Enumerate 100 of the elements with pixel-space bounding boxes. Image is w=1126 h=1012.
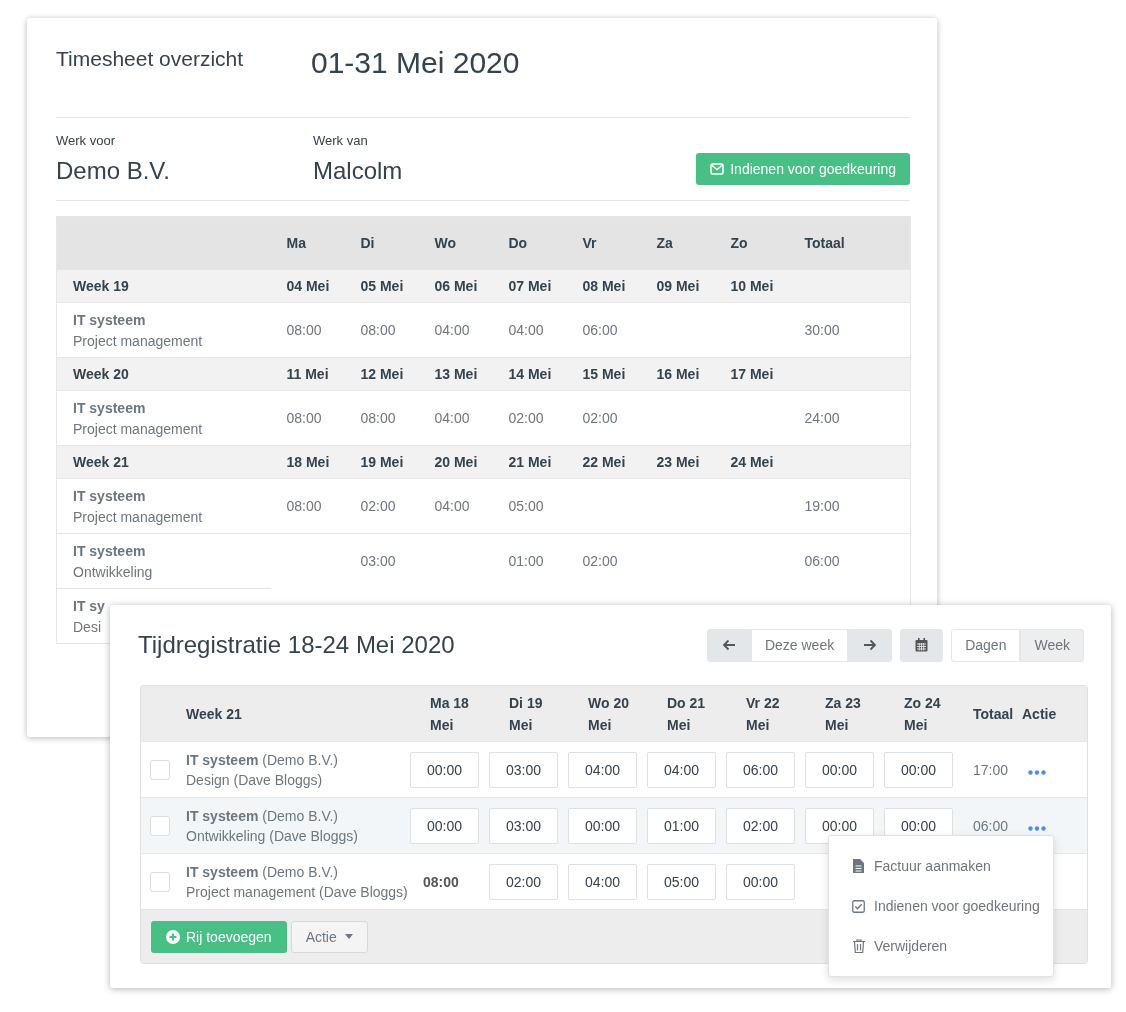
week-label: Week 19 — [56, 269, 271, 303]
hours-text: 08:00 — [422, 873, 459, 890]
project-name: IT systeem — [73, 311, 147, 328]
view-toggle[interactable]: Week — [1020, 628, 1084, 662]
column-header: Vr 22 Mei — [745, 693, 781, 735]
project-name: IT sy — [73, 597, 106, 614]
date-cell: 10 Mei — [714, 269, 789, 303]
task-name: Design (Dave Bloggs) — [186, 771, 324, 788]
row-checkbox[interactable] — [150, 815, 170, 836]
time-input[interactable]: 05:00 — [647, 863, 716, 900]
date-cell: 06 Mei — [418, 269, 493, 303]
hours-cell: 19:00 — [788, 478, 911, 534]
date-cell: 07 Mei — [492, 269, 567, 303]
card-title: Tijdregistratie 18-24 Mei 2020 — [138, 631, 456, 659]
column-header: Actie — [1021, 705, 1058, 722]
action-dropdown[interactable]: Actie — [290, 920, 368, 953]
time-input[interactable]: 02:00 — [726, 807, 795, 844]
time-input[interactable]: 06:00 — [726, 751, 795, 788]
column-header: Za 23 Mei — [824, 693, 862, 735]
time-input[interactable]: 00:00 — [805, 751, 874, 788]
more-icon[interactable] — [1028, 769, 1046, 775]
page-title: Timesheet overzicht — [56, 46, 245, 72]
menu-item[interactable]: Factuur aanmaken — [829, 846, 1053, 886]
date-cell: 14 Mei — [492, 357, 567, 391]
date-cell: 11 Mei — [270, 357, 345, 391]
previous-week-button[interactable] — [706, 628, 751, 662]
time-input[interactable]: 04:00 — [568, 751, 637, 788]
calendar-icon — [915, 638, 929, 652]
column-header: Wo — [418, 216, 493, 270]
date-cell: 24 Mei — [714, 445, 789, 479]
this-week-button[interactable]: Deze week — [750, 628, 849, 662]
more-icon[interactable] — [1028, 825, 1046, 831]
time-input[interactable]: 00:00 — [884, 751, 953, 788]
hours-cell: 03:00 — [344, 533, 419, 589]
time-input[interactable]: 01:00 — [647, 807, 716, 844]
date-cell: 16 Mei — [640, 357, 715, 391]
task-name: Ontwikkeling — [73, 563, 154, 580]
task-name: Project management (Dave Bloggs) — [186, 883, 409, 900]
project-name: IT systeem — [73, 399, 147, 416]
project-name: IT systeem (Demo B.V.) — [186, 807, 339, 824]
document-icon — [852, 859, 865, 873]
date-cell: 20 Mei — [418, 445, 493, 479]
field-value: Malcolm — [313, 157, 404, 185]
column-header: Vr — [566, 216, 641, 270]
column-header: Di — [344, 216, 419, 270]
project-name: IT systeem (Demo B.V.) — [186, 863, 339, 880]
column-header: Ma 18 Mei — [429, 693, 470, 735]
task-name: Ontwikkeling (Dave Bloggs) — [186, 827, 359, 844]
task-name: Project management — [73, 420, 204, 437]
time-input[interactable]: 04:00 — [647, 751, 716, 788]
time-input[interactable]: 02:00 — [489, 863, 558, 900]
left-arrow-icon — [721, 639, 736, 651]
project-name: IT systeem — [73, 487, 147, 504]
column-header: Week 21 — [185, 705, 243, 722]
column-header: Totaal — [972, 705, 1012, 722]
time-input[interactable]: 00:00 — [568, 807, 637, 844]
period-title: 01-31 Mei 2020 — [311, 46, 520, 81]
next-week-button[interactable] — [848, 628, 893, 662]
time-input[interactable]: 00:00 — [726, 863, 795, 900]
trash-icon — [852, 939, 865, 953]
view-toggle[interactable]: Dagen — [951, 628, 1021, 662]
time-input[interactable]: 04:00 — [568, 863, 637, 900]
project-name: IT systeem (Demo B.V.) — [186, 751, 339, 768]
row-total: 17:00 — [972, 761, 1009, 778]
menu-item[interactable]: Indienen voor goedkeuring — [829, 886, 1053, 926]
column-header: Do 21 Mei — [666, 693, 707, 735]
date-cell: 08 Mei — [566, 269, 641, 303]
menu-item[interactable]: Verwijderen — [829, 926, 1053, 966]
date-cell: 17 Mei — [714, 357, 789, 391]
hours-cell: 08:00 — [270, 478, 345, 534]
task-name: Desi — [73, 618, 102, 635]
date-cell: 05 Mei — [344, 269, 419, 303]
row-checkbox[interactable] — [150, 871, 170, 892]
calendar-button[interactable] — [900, 628, 944, 662]
time-input[interactable]: 00:00 — [410, 751, 479, 788]
right-arrow-icon — [863, 639, 878, 651]
column-header: Totaal — [788, 216, 911, 270]
date-cell: 23 Mei — [640, 445, 715, 479]
column-header: Zo — [714, 216, 789, 270]
hours-cell: 05:00 — [492, 478, 567, 534]
date-cell: 19 Mei — [344, 445, 419, 479]
envelope-icon — [710, 163, 725, 175]
date-cell: 04 Mei — [270, 269, 345, 303]
field-label: Werk van — [313, 133, 369, 148]
column-header: Ma — [270, 216, 345, 270]
field-label: Werk voor — [56, 133, 116, 148]
time-input[interactable]: 03:00 — [489, 807, 558, 844]
time-input[interactable]: 00:00 — [410, 807, 479, 844]
caret-icon — [344, 934, 353, 939]
task-name: Project management — [73, 332, 204, 349]
time-input[interactable]: 03:00 — [489, 751, 558, 788]
date-cell: 12 Mei — [344, 357, 419, 391]
week-label: Week 21 — [56, 445, 271, 479]
hours-cell: 06:00 — [788, 533, 911, 589]
date-cell: 18 Mei — [270, 445, 345, 479]
column-header: Zo 24 Mei — [903, 693, 942, 735]
column-header: Wo 20 Mei — [587, 693, 630, 735]
column-header: Do — [492, 216, 567, 270]
project-name: IT systeem — [73, 542, 147, 559]
row-checkbox[interactable] — [150, 759, 170, 780]
